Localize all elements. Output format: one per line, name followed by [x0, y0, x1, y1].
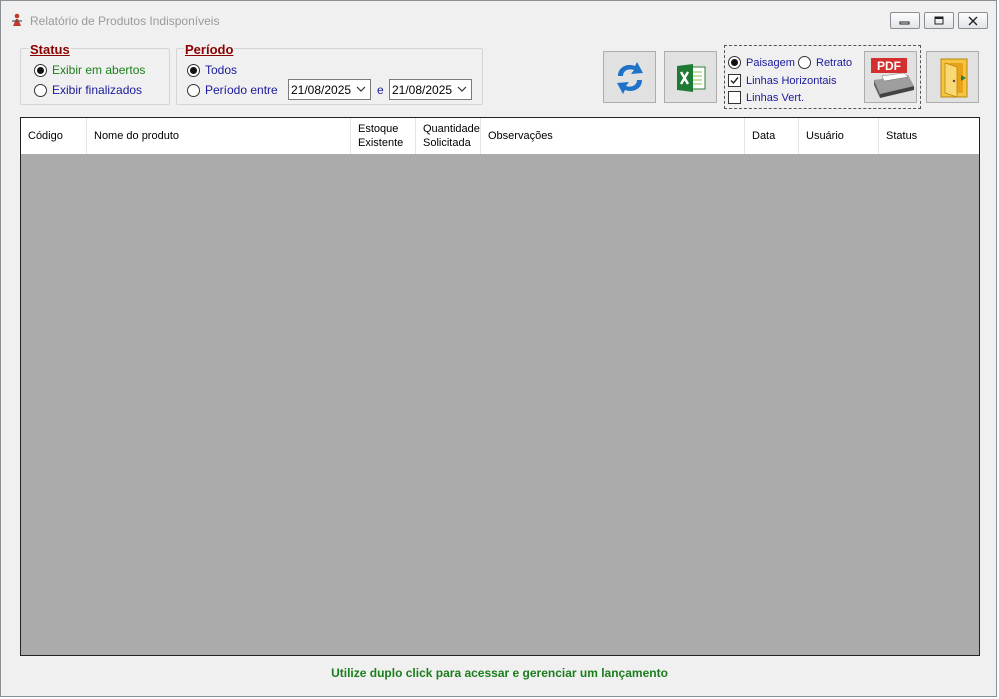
footer-hint: Utilize duplo click para acessar e geren…: [331, 666, 668, 680]
radio-button[interactable]: [34, 83, 47, 97]
radio-exibir-finalizados[interactable]: Exibir finalizados: [34, 83, 142, 97]
checkbox-unchecked[interactable]: [728, 91, 741, 104]
date-separator: e: [377, 83, 384, 97]
radio-paisagem[interactable]: Paisagem: [728, 56, 795, 69]
radio-button[interactable]: [798, 56, 811, 69]
restore-icon: [934, 16, 944, 25]
excel-export-button[interactable]: [664, 51, 717, 103]
col-header-estoque-existente[interactable]: Estoque Existente: [351, 118, 416, 154]
title-bar[interactable]: Relatório de Produtos Indisponíveis: [1, 1, 996, 37]
radio-label: Retrato: [816, 56, 853, 69]
col-header-observacoes[interactable]: Observações: [481, 118, 745, 154]
date-to-picker[interactable]: 21/08/2025: [389, 79, 472, 100]
radio-label: Paisagem: [746, 56, 795, 69]
radio-todos[interactable]: Todos: [187, 63, 237, 77]
radio-button-selected[interactable]: [34, 63, 47, 77]
grid-header: Código Nome do produto Estoque Existente…: [21, 118, 979, 154]
checkbox-linhas-vert[interactable]: Linhas Vert.: [728, 91, 804, 104]
radio-label: Exibir em abertos: [52, 63, 146, 77]
checkbox-label: Linhas Horizontais: [746, 74, 837, 87]
col-header-quantidade-solicitada[interactable]: Quantidade Solicitada: [416, 118, 481, 154]
check-icon: [730, 77, 739, 85]
checkbox-checked[interactable]: [728, 74, 741, 87]
pdf-export-button[interactable]: PDF: [864, 51, 917, 103]
pdf-label: PDF: [877, 59, 901, 73]
radio-label: Todos: [205, 63, 238, 77]
exit-button[interactable]: [926, 51, 979, 103]
radio-periodo-entre[interactable]: Período entre: [187, 83, 278, 97]
date-to-value: 21/08/2025: [392, 83, 453, 97]
radio-label: Período entre: [205, 83, 278, 97]
col-header-nome-produto[interactable]: Nome do produto: [87, 118, 351, 154]
radio-button-selected[interactable]: [728, 56, 741, 69]
col-header-usuario[interactable]: Usuário: [799, 118, 879, 154]
chevron-down-icon[interactable]: [457, 84, 467, 94]
pdf-printer-icon: PDF: [871, 58, 914, 98]
refresh-button[interactable]: [603, 51, 656, 103]
close-icon: [968, 16, 978, 26]
exit-door-icon: [940, 58, 968, 98]
status-group: Status Exibir em abertos Exibir finaliza…: [20, 42, 170, 105]
radio-retrato[interactable]: Retrato: [798, 56, 852, 69]
period-group-title: Período: [184, 42, 235, 57]
radio-button[interactable]: [187, 83, 200, 97]
radio-button-selected[interactable]: [187, 63, 200, 77]
chevron-down-icon[interactable]: [356, 84, 366, 94]
report-window: Relatório de Produtos Indisponíveis Stat…: [0, 0, 997, 697]
excel-icon: [677, 64, 706, 92]
minimize-icon: [899, 21, 910, 25]
status-group-title: Status: [29, 42, 71, 57]
app-person-icon: [12, 13, 22, 26]
date-from-picker[interactable]: 21/08/2025: [288, 79, 371, 100]
products-grid[interactable]: Código Nome do produto Estoque Existente…: [20, 117, 980, 656]
col-header-codigo[interactable]: Código: [21, 118, 87, 154]
minimize-button[interactable]: [890, 12, 920, 29]
refresh-arrows-icon: [617, 62, 643, 94]
restore-button[interactable]: [924, 12, 954, 29]
col-header-status[interactable]: Status: [879, 118, 979, 154]
checkbox-label: Linhas Vert.: [746, 91, 805, 104]
period-group: Período Todos Período entre 21/08/2025 e…: [176, 42, 483, 105]
checkbox-linhas-horizontais[interactable]: Linhas Horizontais: [728, 74, 837, 87]
date-from-value: 21/08/2025: [291, 83, 352, 97]
radio-label: Exibir finalizados: [52, 83, 143, 97]
window-title: Relatório de Produtos Indisponíveis: [30, 14, 220, 28]
radio-exibir-abertos[interactable]: Exibir em abertos: [34, 63, 145, 77]
col-header-data[interactable]: Data: [745, 118, 799, 154]
close-button[interactable]: [958, 12, 988, 29]
